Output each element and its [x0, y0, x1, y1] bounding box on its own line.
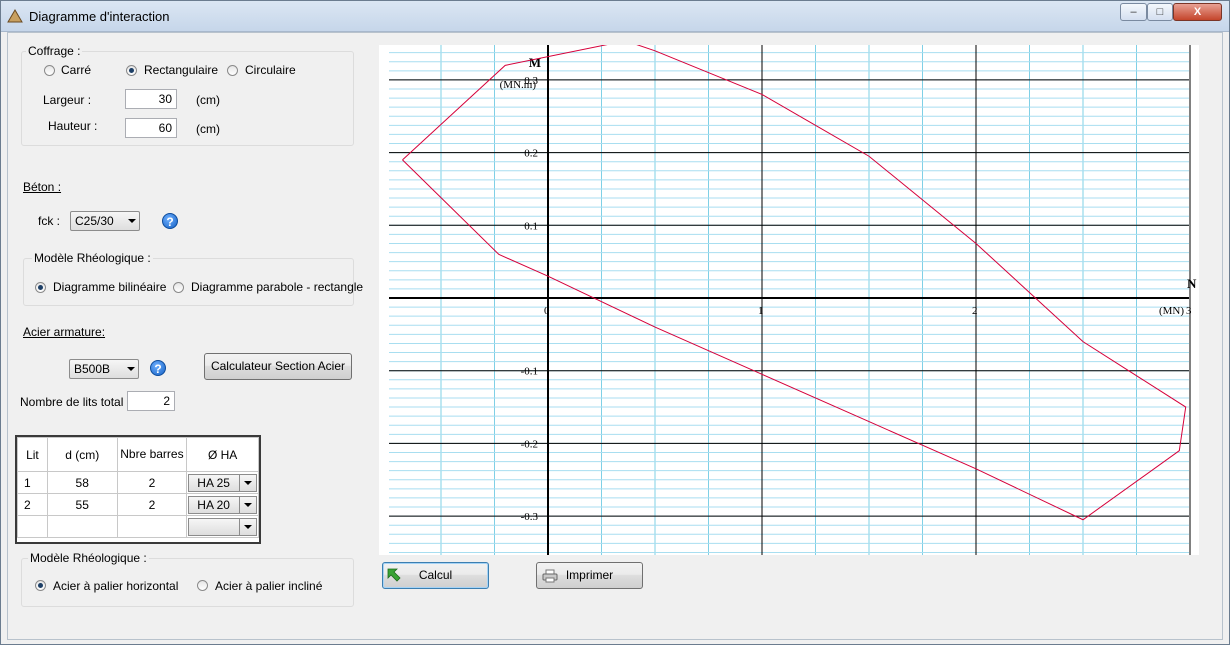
coffrage-legend: Coffrage : — [26, 44, 83, 58]
cell-lit[interactable] — [17, 515, 48, 538]
hauteur-input[interactable]: 60 — [125, 118, 177, 138]
x-unit-label: (MN) — [1159, 305, 1184, 317]
col-header-nbre-barres: Nbre barres — [116, 437, 188, 472]
acier-grade-value: B500B — [74, 362, 111, 376]
col-header-diametre: Ø HA — [186, 437, 259, 472]
ha-select[interactable] — [188, 517, 257, 536]
cell-d[interactable]: 58 — [46, 471, 118, 494]
label-palier-horizontal: Acier à palier horizontal — [53, 579, 179, 593]
lits-table-frame: Lit d (cm) Nbre barres Ø HA 1 58 2 HA 25… — [15, 435, 261, 544]
imprimer-label: Imprimer — [565, 568, 614, 582]
cell-lit[interactable]: 2 — [17, 493, 48, 516]
col-header-d: d (cm) — [46, 437, 118, 472]
help-icon[interactable]: ? — [150, 360, 166, 376]
largeur-unit: (cm) — [196, 93, 220, 107]
table-row[interactable]: 2 55 2 HA 20 — [17, 493, 259, 516]
ha-select[interactable]: HA 25 — [188, 473, 257, 492]
chevron-down-icon — [239, 518, 256, 535]
x-axis-label: N — [1187, 276, 1197, 291]
title-bar[interactable]: Diagramme d'interaction – □ X — [1, 1, 1229, 32]
modele-acier-legend: Modèle Rhéologique : — [28, 551, 149, 565]
cell-nb[interactable]: 2 — [116, 493, 188, 516]
hauteur-unit: (cm) — [196, 122, 220, 136]
chevron-down-icon — [128, 219, 136, 223]
y-tick-label: -0.1 — [521, 366, 538, 378]
x-tick-label: 1 — [758, 305, 764, 317]
cell-lit[interactable]: 1 — [17, 471, 48, 494]
calcul-button[interactable]: Calcul — [382, 562, 489, 589]
cell-nb[interactable] — [116, 515, 188, 538]
y-tick-label: 0.2 — [524, 148, 538, 160]
modele-beton-legend: Modèle Rhéologique : — [32, 251, 153, 265]
ha-value: HA 20 — [197, 497, 230, 512]
imprimer-button[interactable]: Imprimer — [536, 562, 643, 589]
maximize-button[interactable]: □ — [1147, 3, 1173, 21]
app-icon — [7, 9, 23, 23]
lits-table: Lit d (cm) Nbre barres Ø HA 1 58 2 HA 25… — [17, 437, 259, 538]
y-tick-label: -0.2 — [521, 438, 538, 450]
ha-select[interactable]: HA 20 — [188, 495, 257, 514]
label-circulaire: Circulaire — [245, 63, 296, 77]
calculateur-section-button[interactable]: Calculateur Section Acier — [204, 353, 352, 380]
nb-lits-label: Nombre de lits total : — [20, 395, 131, 409]
interaction-diagram: 0.3 0.2 0.1 -0.1 -0.2 -0.3 0 1 2 3 (MN) N M (MN.m) — [379, 45, 1199, 555]
acier-heading: Acier armature: — [23, 325, 106, 339]
cell-nb[interactable]: 2 — [116, 471, 188, 494]
window-title: Diagramme d'interaction — [29, 9, 170, 24]
app-window: Diagramme d'interaction – □ X Coffrage :… — [0, 0, 1230, 645]
y-tick-label: 0.1 — [524, 220, 538, 232]
radio-parabole-rectangle[interactable] — [173, 282, 184, 293]
y-tick-label: -0.3 — [521, 511, 539, 523]
arrow-up-left-icon — [387, 568, 401, 582]
cell-d[interactable]: 55 — [46, 493, 118, 516]
chevron-down-icon — [239, 496, 256, 513]
help-icon[interactable]: ? — [162, 213, 178, 229]
table-row[interactable]: 1 58 2 HA 25 — [17, 471, 259, 494]
fck-label: fck : — [38, 214, 61, 228]
cell-d[interactable] — [46, 515, 118, 538]
label-palier-incline: Acier à palier incliné — [215, 579, 323, 593]
label-bilineaire: Diagramme bilinéaire — [53, 280, 167, 294]
chevron-down-icon — [239, 474, 256, 491]
largeur-input[interactable]: 30 — [125, 89, 177, 109]
beton-heading: Béton : — [23, 180, 62, 194]
radio-carre[interactable] — [44, 65, 55, 76]
table-row[interactable] — [17, 515, 259, 538]
radio-palier-incline[interactable] — [197, 580, 208, 591]
x-tick-label: 2 — [972, 305, 978, 317]
minimize-button[interactable]: – — [1120, 3, 1147, 21]
label-rectangulaire: Rectangulaire — [144, 63, 219, 77]
label-parabole-rectangle: Diagramme parabole - rectangle — [191, 280, 364, 294]
y-axis-label: M — [529, 55, 541, 70]
x-tick-label: 3 — [1186, 305, 1192, 317]
fck-select[interactable]: C25/30 — [70, 211, 140, 231]
acier-grade-select[interactable]: B500B — [69, 359, 139, 379]
col-header-lit: Lit — [17, 437, 48, 472]
largeur-label: Largeur : — [43, 93, 92, 107]
radio-palier-horizontal[interactable] — [35, 580, 46, 591]
label-carre: Carré — [61, 63, 92, 77]
ha-value: HA 25 — [197, 475, 230, 490]
x-tick-label: 0 — [544, 305, 550, 317]
printer-icon — [542, 569, 558, 583]
close-button[interactable]: X — [1173, 3, 1222, 21]
nb-lits-input[interactable]: 2 — [127, 391, 175, 411]
y-unit-label: (MN.m) — [500, 79, 537, 91]
fck-value: C25/30 — [75, 214, 114, 228]
radio-rectangulaire[interactable] — [126, 65, 137, 76]
chart-svg: 0.30.20.1-0.1-0.2-0.30 1 2 3(MN)NM(MN.m) — [389, 45, 1197, 555]
hauteur-label: Hauteur : — [48, 119, 98, 133]
radio-bilineaire[interactable] — [35, 282, 46, 293]
chevron-down-icon — [127, 367, 135, 371]
calcul-label: Calcul — [418, 568, 453, 582]
radio-circulaire[interactable] — [227, 65, 238, 76]
